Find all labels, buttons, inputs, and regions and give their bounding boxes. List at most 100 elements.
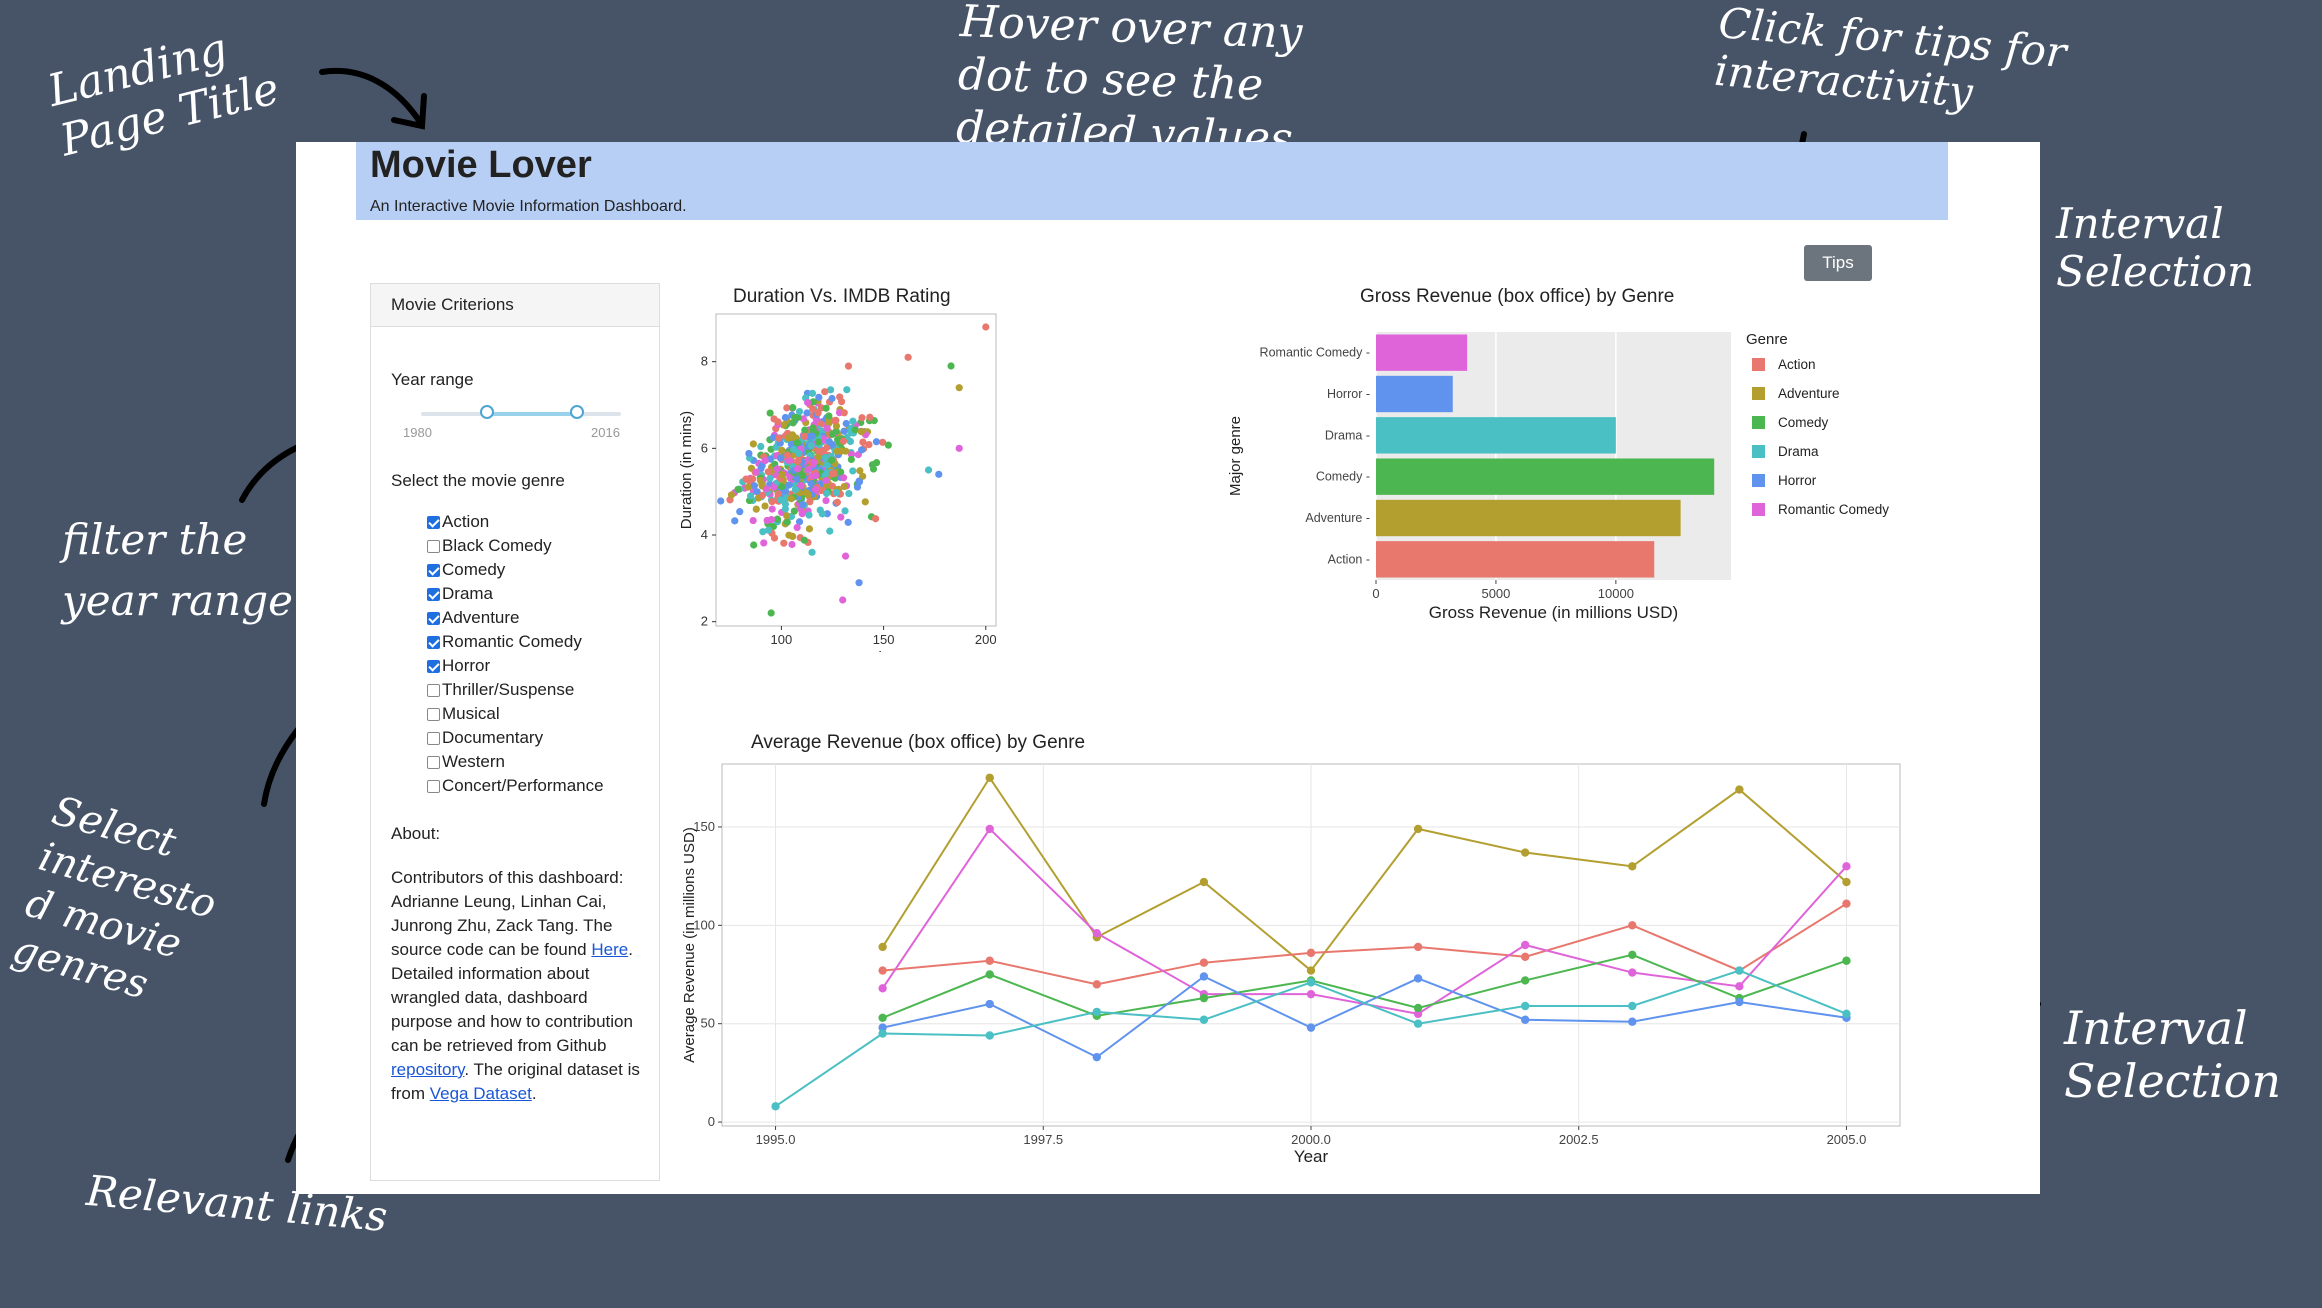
scatter-x-tick-label: 100 [771,632,793,647]
genre-option[interactable]: Documentary [427,728,543,748]
genre-checkbox[interactable] [427,611,440,625]
genre-checkbox[interactable] [427,683,440,697]
scatter-point [839,437,848,445]
genre-checkbox[interactable] [427,659,440,673]
scatter-point [770,483,778,491]
scatter-point [826,527,834,535]
genre-option[interactable]: Black Comedy [427,536,552,556]
genre-option[interactable]: Horror [427,656,490,676]
line-x-tick-label: 2000.0 [1291,1132,1331,1147]
tips-button[interactable]: Tips [1804,245,1872,281]
genre-option[interactable]: Western [427,752,505,772]
line-chart[interactable]: 1995.0 1997.5 2000.0 2002.5 2005.0050100150Y… [676,760,1956,1186]
genre-checkbox[interactable] [427,635,440,649]
scatter-point [822,404,830,412]
about-text-1: Contributors of this dashboard: Adrianne… [391,868,624,959]
scatter-point [761,502,769,510]
scatter-point [804,465,812,474]
scatter-point [904,353,912,361]
scatter-point [814,438,823,446]
line-x-tick-label: 1997.5 [1023,1132,1063,1147]
genre-checkbox[interactable] [427,515,440,529]
scatter-point [823,424,831,432]
bar-title: Gross Revenue (box office) by Genre [1360,286,1675,307]
repository-link[interactable]: repository [391,1060,464,1079]
slider-handle-start[interactable] [480,405,494,419]
scatter-point [828,430,837,438]
scatter-point [817,447,825,456]
genre-option[interactable]: Action [427,512,489,532]
scatter-point [828,394,836,403]
scatter-point [858,446,866,454]
scatter-point [832,488,841,497]
scatter-point [818,510,826,518]
scatter-chart[interactable]: 100 150 200 2 4 6 8 IMDB Rating Duration (in min… [676,312,1006,652]
genre-option[interactable]: Adventure [427,608,520,628]
scatter-title: Duration Vs. IMDB Rating [733,286,951,307]
source-code-link[interactable]: Here [591,940,628,959]
genre-option[interactable]: Concert/Performance [427,776,604,796]
genre-option[interactable]: Comedy [427,560,505,580]
slider-handle-end[interactable] [570,405,584,419]
criteria-panel: Movie Criterions Year range 1980 2016 Se… [370,283,660,1181]
scatter-point [789,532,797,540]
genre-checkbox[interactable] [427,755,440,769]
genre-label: Concert/Performance [442,776,604,795]
scatter-point [749,475,757,483]
line-point [771,1102,780,1111]
genre-checkbox[interactable] [427,731,440,745]
scatter-point [734,485,742,494]
line-point [1306,978,1316,987]
scatter-point [807,480,815,488]
line-point [878,966,887,975]
line-point [1842,877,1851,887]
vega-dataset-link[interactable]: Vega Dataset [430,1084,532,1103]
scatter-point [828,440,837,449]
genre-label: Action [442,512,490,531]
scatter-point [840,474,848,482]
scatter-point [840,482,848,491]
genre-checkbox[interactable] [427,539,440,553]
scatter-point [847,455,855,464]
genre-label: Black Comedy [442,536,552,555]
line-title: Average Revenue (box office) by Genre [751,732,1086,753]
scatter-point [749,440,757,448]
scatter-point [868,461,877,469]
year-range-slider[interactable] [421,405,621,419]
line-point [878,1013,887,1022]
line-point [1735,982,1744,991]
genre-option[interactable]: Romantic Comedy [427,632,582,652]
genre-checkbox[interactable] [427,707,440,721]
line-point [1199,972,1209,981]
bar-y-label: Major genre [1227,416,1244,496]
line-point [1199,958,1209,967]
scatter-point [774,490,782,498]
scatter-point [789,404,797,412]
scatter-point [774,418,782,426]
scatter-point [766,409,774,417]
bar-chart[interactable]: 0 5000 10000 Romantic Comedy - Horror - Drama… [1226,312,1966,642]
scatter-point [821,388,829,396]
legend-label: Adventure [1778,386,1840,401]
genre-checkbox[interactable] [427,779,440,793]
scatter-x-label: IMDB Rating [813,649,898,652]
scatter-point [844,518,852,526]
scatter-point [788,540,796,549]
line-point [1842,1009,1851,1019]
scatter-y-label: Duration (in mins) [678,411,695,529]
scatter-point [781,505,789,513]
genre-checkbox[interactable] [427,587,440,601]
arrow-title [319,68,423,125]
scatter-point [805,525,814,533]
line-point [1520,976,1530,985]
scatter-point [750,482,759,490]
genre-option[interactable]: Musical [427,704,500,724]
genre-option[interactable]: Thriller/Suspense [427,680,574,700]
scatter-point [851,426,859,434]
scatter-y-tick-label: 2 [701,614,708,629]
genre-checkbox[interactable] [427,563,440,577]
genre-option[interactable]: Drama [427,584,493,604]
scatter-point [859,438,867,446]
line-point [1520,940,1530,950]
scatter-point [841,552,850,560]
